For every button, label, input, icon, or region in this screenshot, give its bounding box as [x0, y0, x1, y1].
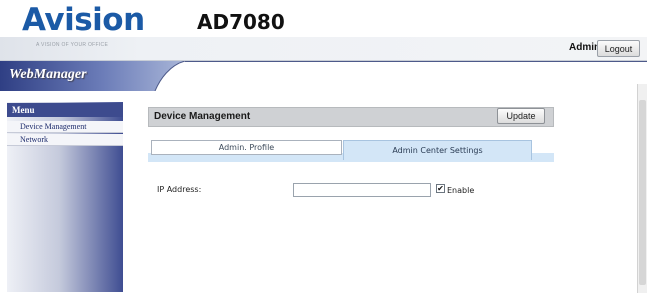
update-button[interactable]: Update	[497, 108, 545, 124]
webmanager-title: WebManager	[9, 67, 87, 82]
panel-title: Device Management	[154, 111, 251, 122]
menu-header: Menu	[7, 103, 123, 117]
tab-admin-center-settings[interactable]: Admin Center Settings	[343, 140, 532, 160]
logo-tagline: A VISION OF YOUR OFFICE	[36, 42, 109, 48]
web-manager-page: Avision A VISION OF YOUR OFFICE AD7080 A…	[0, 0, 647, 293]
ip-address-label: IP Address:	[157, 185, 202, 194]
tab-admin-profile[interactable]: Admin. Profile	[151, 140, 342, 155]
top-bar	[0, 37, 647, 61]
user-label: Admin	[569, 42, 601, 53]
logout-button[interactable]: Logout	[597, 40, 640, 57]
avision-logo: Avision	[22, 2, 145, 38]
enable-checkbox[interactable]: ✔	[436, 184, 445, 193]
sidebar-item-device-management[interactable]: Device Management	[7, 121, 123, 133]
enable-label: Enable	[447, 186, 475, 195]
sidebar-item-network[interactable]: Network	[7, 134, 123, 146]
webmanager-banner	[0, 61, 647, 91]
scrollbar-thumb[interactable]	[639, 100, 646, 285]
model-name: AD7080	[197, 10, 285, 34]
ip-address-input[interactable]	[293, 183, 431, 197]
vertical-scrollbar[interactable]	[637, 84, 647, 293]
